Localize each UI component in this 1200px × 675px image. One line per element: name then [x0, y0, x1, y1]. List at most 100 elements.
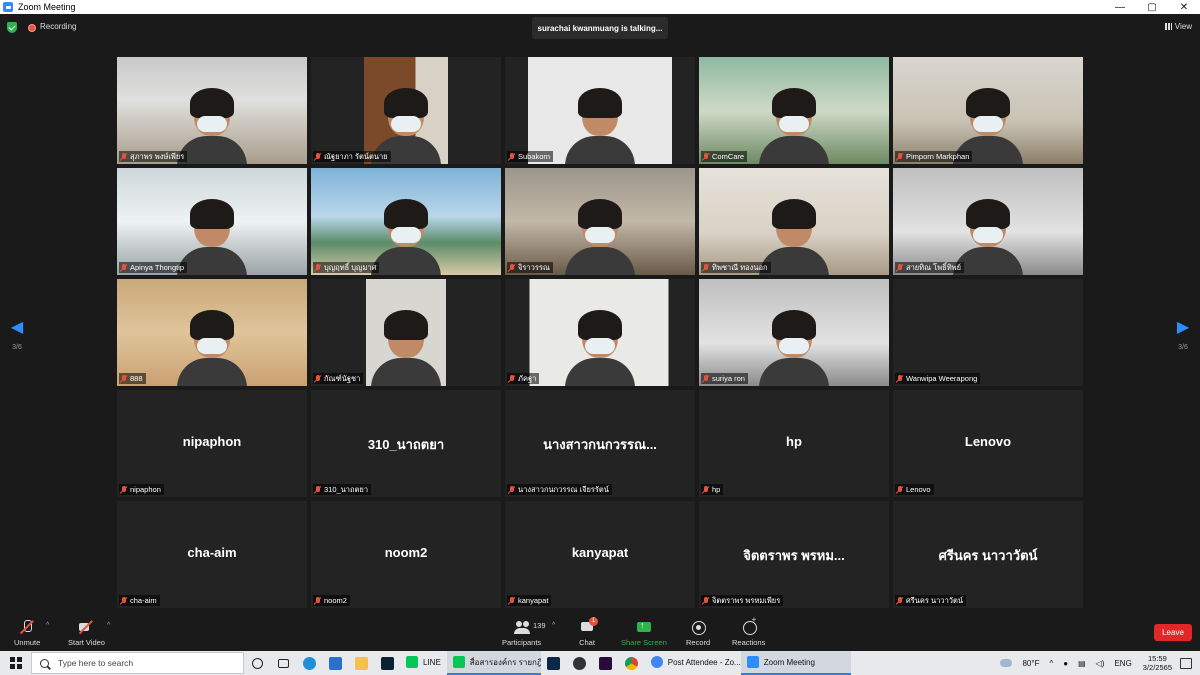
- participant-tile[interactable]: จิตตราพร พรหม... จิตตราพร พรหมเพียร: [699, 501, 889, 608]
- clock-date: 3/2/2565: [1142, 663, 1172, 672]
- start-video-button[interactable]: Start Video: [68, 619, 105, 647]
- mail-icon[interactable]: [322, 651, 348, 675]
- reactions-button[interactable]: Reactions: [732, 615, 765, 647]
- tray-expand-icon[interactable]: ^: [1049, 659, 1053, 668]
- premiere-icon[interactable]: [593, 651, 619, 675]
- minimize-button[interactable]: —: [1104, 0, 1136, 14]
- video-options-caret[interactable]: ^: [107, 622, 110, 629]
- taskbar-app-line[interactable]: LINE: [400, 651, 447, 675]
- close-button[interactable]: ✕: [1168, 0, 1200, 14]
- participant-name: cha-aim: [130, 596, 157, 605]
- participant-tile[interactable]: ศรีนคร นาวาวัตน์ ศรีนคร นาวาวัตน์: [893, 501, 1083, 608]
- participant-video: [565, 84, 635, 164]
- recording-label[interactable]: Recording: [40, 22, 76, 31]
- participant-tile[interactable]: จิราวรรณ: [505, 168, 695, 275]
- network-icon[interactable]: ▤: [1078, 659, 1086, 668]
- participant-video: [759, 84, 829, 164]
- participant-tile[interactable]: noom2 noom2: [311, 501, 501, 608]
- video-off-icon: [78, 619, 94, 635]
- participant-name: suriya ron: [712, 374, 745, 383]
- microphone-tray-icon[interactable]: ●: [1063, 659, 1068, 668]
- photoshop-icon[interactable]: [541, 651, 567, 675]
- muted-mic-icon: [897, 596, 903, 605]
- participant-tile[interactable]: กัณฑ์นัฐชา: [311, 279, 501, 386]
- participant-tile[interactable]: สุภาพร พงษ์เพียร: [117, 57, 307, 164]
- keyboard-language[interactable]: ENG: [1114, 659, 1131, 668]
- participant-tile[interactable]: บุญฤทธิ์ บุญมาศ: [311, 168, 501, 275]
- window-title: Zoom Meeting: [18, 2, 76, 12]
- participant-tile[interactable]: hp hp: [699, 390, 889, 497]
- windows-taskbar: Type here to search LINE สื่อสารองค์กร ร…: [0, 651, 1200, 675]
- muted-mic-icon: [315, 374, 321, 383]
- participant-name-label: Pimporn Markphan: [895, 151, 973, 162]
- security-shield-icon[interactable]: [7, 22, 17, 33]
- participant-tile[interactable]: 310_นาถตยา 310_นาถตยา: [311, 390, 501, 497]
- task-view-icon[interactable]: [270, 651, 296, 675]
- participant-tile[interactable]: cha-aim cha-aim: [117, 501, 307, 608]
- participant-tile[interactable]: ComCare: [699, 57, 889, 164]
- cortana-icon[interactable]: [244, 651, 270, 675]
- participant-name-label: suriya ron: [701, 373, 748, 384]
- participant-name-label: 310_นาถตยา: [313, 484, 372, 495]
- file-explorer-icon[interactable]: [348, 651, 374, 675]
- participant-tile[interactable]: Subakorn: [505, 57, 695, 164]
- muted-mic-icon: [315, 263, 321, 272]
- chat-button[interactable]: 1 Chat: [579, 617, 598, 647]
- taskbar-app-line-label: LINE: [423, 657, 441, 667]
- participants-options-caret[interactable]: ^: [552, 622, 555, 629]
- participant-tile[interactable]: suriya ron: [699, 279, 889, 386]
- system-tray: 80°F ^ ● ▤ ◁) ENG 15:59 3/2/2565: [995, 651, 1200, 675]
- participant-name: ComCare: [712, 152, 745, 161]
- participant-tile[interactable]: 888: [117, 279, 307, 386]
- participant-name-label: cha-aim: [119, 595, 160, 606]
- participant-tile[interactable]: นางสาวกนกวรรณ... นางสาวกนกวรรณ เจียรรัตน์: [505, 390, 695, 497]
- participant-video: [177, 195, 247, 275]
- participant-tile[interactable]: Wanwipa Weerapong: [893, 279, 1083, 386]
- maximize-button[interactable]: ▢: [1136, 0, 1168, 14]
- audio-options-caret[interactable]: ^: [46, 622, 49, 629]
- meeting-toolbar: Unmute ^ Start Video ^ Participants 139 …: [0, 614, 1200, 651]
- view-button[interactable]: View: [1164, 22, 1192, 31]
- participant-tile[interactable]: สายทิณ โพธิ์ทิพย์: [893, 168, 1083, 275]
- notification-icon[interactable]: [1180, 657, 1192, 669]
- taskbar-clock[interactable]: 15:59 3/2/2565: [1143, 654, 1172, 672]
- participant-tile[interactable]: nipaphon nipaphon: [117, 390, 307, 497]
- participant-tile[interactable]: Lenovo Lenovo: [893, 390, 1083, 497]
- participant-tile[interactable]: ณัฐยาภา รัตน์ตนาย: [311, 57, 501, 164]
- participant-name-label: จิตตราพร พรหมเพียร: [701, 595, 784, 606]
- next-page-button[interactable]: ▶ 3/6: [1171, 320, 1195, 352]
- participant-name-label: ภัคฐา: [507, 373, 540, 384]
- grid-view-icon: [1164, 23, 1172, 30]
- participant-name-label: Subakorn: [507, 151, 554, 162]
- lightroom-icon[interactable]: [374, 651, 400, 675]
- participant-name-label: สุภาพร พงษ์เพียร: [119, 151, 188, 162]
- muted-mic-icon: [509, 263, 515, 272]
- windows-start-icon[interactable]: [10, 657, 22, 669]
- obs-icon[interactable]: [567, 651, 593, 675]
- participant-name-label: ทิพชาณี ทองนอก: [701, 262, 771, 273]
- leave-button[interactable]: Leave: [1154, 624, 1192, 641]
- unmute-button[interactable]: Unmute: [14, 619, 40, 647]
- edge-browser-icon[interactable]: [296, 651, 322, 675]
- participant-video: [371, 195, 441, 275]
- chat-label: Chat: [579, 638, 595, 647]
- participant-tile[interactable]: kanyapat kanyapat: [505, 501, 695, 608]
- record-button[interactable]: Record: [686, 619, 710, 647]
- taskbar-app-line-chat[interactable]: สื่อสารองค์กร รายกฎิน...: [446, 651, 541, 675]
- chrome-icon[interactable]: [619, 651, 645, 675]
- taskbar-app-post-attendee[interactable]: Post Attendee - Zo...: [645, 651, 741, 675]
- participant-tile[interactable]: ทิพชาณี ทองนอก: [699, 168, 889, 275]
- participant-name: บุญฤทธิ์ บุญมาศ: [324, 262, 377, 272]
- participant-name: hp: [712, 485, 721, 494]
- previous-page-button[interactable]: ◀ 3/6: [5, 320, 29, 352]
- participant-video: [565, 306, 635, 386]
- share-screen-button[interactable]: Share Screen: [621, 619, 667, 647]
- participant-tile[interactable]: ภัคฐา: [505, 279, 695, 386]
- volume-icon[interactable]: ◁): [1096, 659, 1105, 668]
- taskbar-search-input[interactable]: Type here to search: [31, 652, 244, 674]
- participant-tile[interactable]: Pimporn Markphan: [893, 57, 1083, 164]
- temperature[interactable]: 80°F: [1022, 659, 1039, 668]
- weather-icon[interactable]: [1000, 659, 1013, 667]
- participant-tile[interactable]: Apinya Thongtip: [117, 168, 307, 275]
- taskbar-app-zoom[interactable]: Zoom Meeting: [740, 651, 851, 675]
